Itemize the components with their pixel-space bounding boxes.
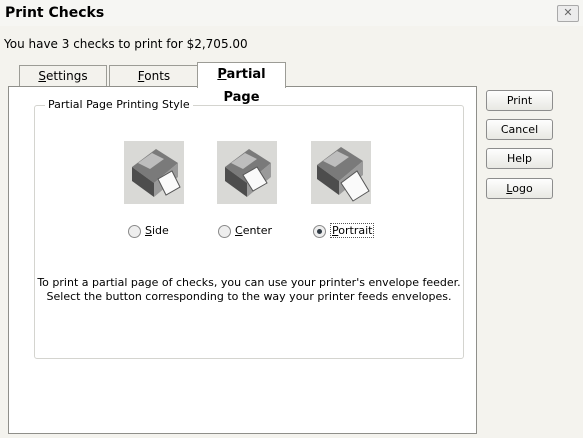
instructions-line-1: To print a partial page of checks, you c… bbox=[37, 276, 461, 289]
close-button[interactable]: ✕ bbox=[557, 5, 579, 22]
help-button[interactable]: Help bbox=[486, 148, 553, 169]
tab-fonts-label: onts bbox=[144, 69, 171, 83]
instructions-line-2: Select the button corresponding to the w… bbox=[46, 290, 452, 303]
printer-portrait-icon bbox=[311, 141, 371, 204]
partial-page-panel: Partial Page Printing Style Side Center … bbox=[8, 86, 477, 434]
group-label: Partial Page Printing Style bbox=[45, 98, 193, 111]
tab-partial-page[interactable]: Partial Page bbox=[197, 62, 286, 105]
printing-style-group: Partial Page Printing Style Side Center … bbox=[34, 98, 464, 359]
radio-side-circle[interactable] bbox=[128, 225, 141, 238]
radio-center-circle[interactable] bbox=[218, 225, 231, 238]
instructions-text: To print a partial page of checks, you c… bbox=[35, 276, 463, 304]
radio-center-label: Center bbox=[235, 224, 273, 237]
radio-portrait-label: Portrait bbox=[330, 223, 375, 238]
logo-button-label: ogo bbox=[512, 182, 533, 195]
tab-fonts[interactable]: Fonts bbox=[109, 65, 199, 86]
printer-center-icon bbox=[217, 141, 277, 204]
print-button[interactable]: Print bbox=[486, 90, 553, 111]
tab-partial-page-key: P bbox=[217, 67, 227, 82]
tab-settings[interactable]: Settings bbox=[19, 65, 107, 86]
tab-settings-key: S bbox=[38, 69, 46, 83]
window-title: Print Checks bbox=[5, 5, 105, 21]
radio-side-label: Side bbox=[145, 224, 169, 237]
tab-settings-label: ettings bbox=[46, 69, 88, 83]
radio-portrait-circle[interactable] bbox=[313, 225, 326, 238]
checks-summary: You have 3 checks to print for $2,705.00 bbox=[4, 37, 248, 51]
tab-partial-page-label: artial Page bbox=[223, 67, 266, 105]
logo-button[interactable]: Logo bbox=[486, 178, 553, 199]
printer-side-icon bbox=[124, 141, 184, 204]
title-bar: Print Checks ✕ bbox=[0, 0, 583, 26]
cancel-button[interactable]: Cancel bbox=[486, 119, 553, 140]
